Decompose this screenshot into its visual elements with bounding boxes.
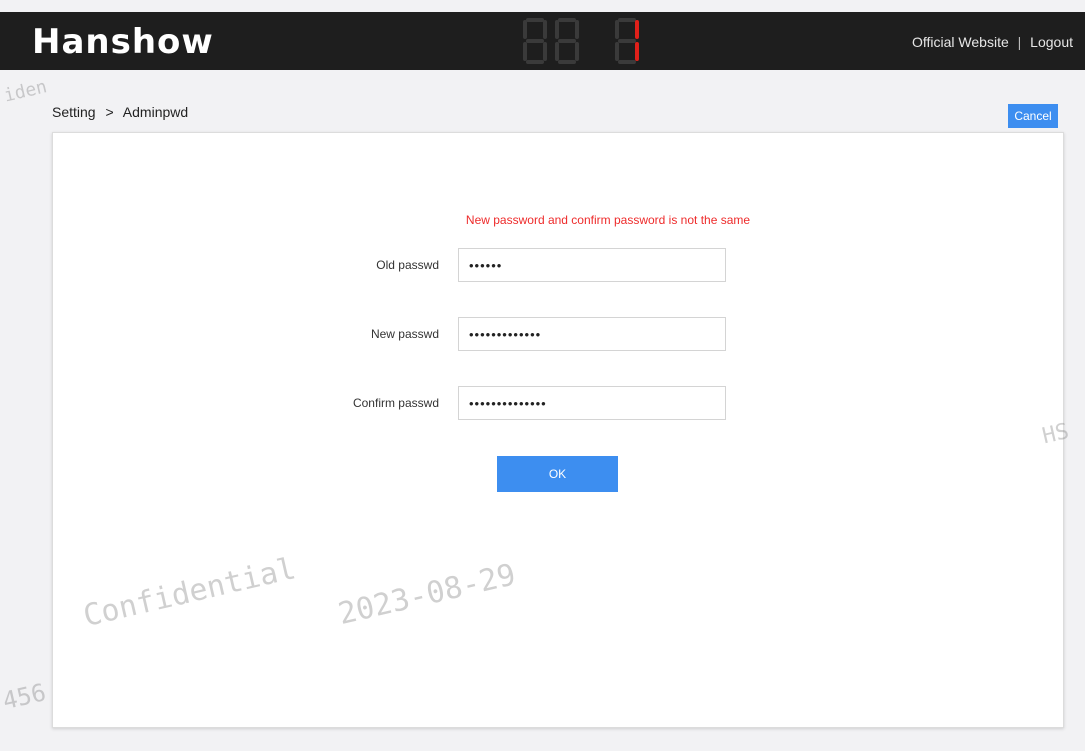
error-message: New password and confirm password is not… (465, 213, 751, 227)
breadcrumb: Setting > Adminpwd (52, 104, 188, 120)
confirm-password-label: Confirm passwd (352, 396, 439, 410)
confirm-password-row: Confirm passwd (53, 386, 1063, 422)
cancel-button[interactable]: Cancel (1008, 104, 1058, 128)
link-separator: | (1017, 34, 1022, 50)
top-bar: Hanshow Official Website | Logout (0, 12, 1085, 70)
segment-digit-3 (615, 18, 639, 64)
breadcrumb-setting[interactable]: Setting (52, 104, 96, 120)
logout-link[interactable]: Logout (1030, 34, 1073, 50)
old-password-label: Old passwd (376, 258, 439, 272)
breadcrumb-arrow: > (105, 104, 114, 120)
segment-display (523, 18, 639, 64)
official-website-link[interactable]: Official Website (912, 34, 1009, 50)
old-password-row: Old passwd (53, 248, 1063, 284)
new-password-label: New passwd (370, 327, 439, 341)
segment-digit-2 (555, 18, 579, 64)
ok-button[interactable]: OK (497, 456, 618, 492)
confirm-password-input[interactable] (458, 386, 726, 420)
new-password-row: New passwd (53, 317, 1063, 353)
old-password-input[interactable] (458, 248, 726, 282)
password-form-panel: New password and confirm password is not… (52, 132, 1064, 728)
watermark-fragment-top-left: iden (2, 76, 49, 107)
hanshow-logo: Hanshow (32, 22, 214, 62)
watermark-fragment-left: 456 (0, 678, 49, 716)
top-links: Official Website | Logout (912, 34, 1073, 50)
new-password-input[interactable] (458, 317, 726, 351)
breadcrumb-current: Adminpwd (122, 104, 189, 120)
segment-digit-1 (523, 18, 547, 64)
